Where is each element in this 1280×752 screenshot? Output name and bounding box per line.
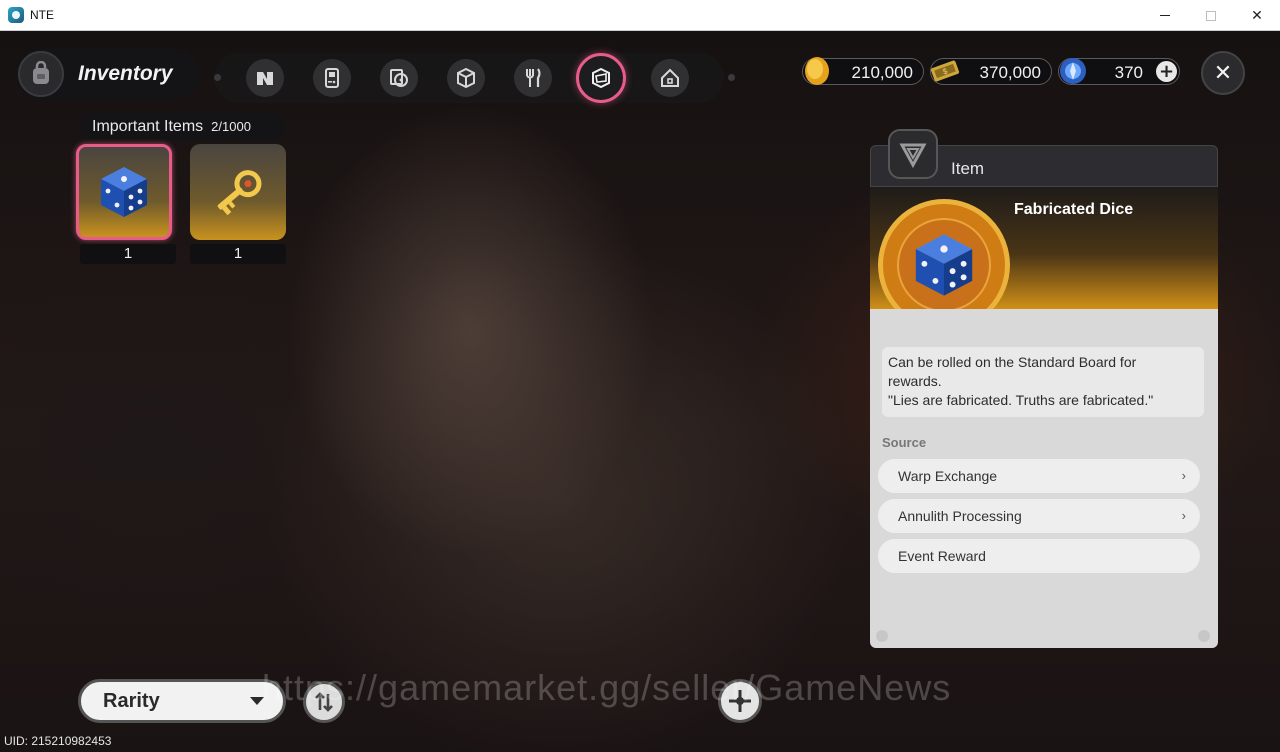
tab-house[interactable] [651, 59, 689, 97]
house-icon [661, 68, 679, 87]
close-inventory-button[interactable]: ✕ [1201, 51, 1245, 95]
tab-food[interactable] [514, 59, 552, 97]
currency-ticket: $ 370,000 [930, 58, 1052, 85]
panel-corner-dot [876, 630, 888, 642]
inventory-header: Inventory [16, 49, 200, 99]
tab-n-logo[interactable] [246, 59, 284, 97]
panel-corner-dot [1198, 630, 1210, 642]
important-items-count: 2/1000 [211, 119, 251, 134]
window-titlebar: NTE ✕ [0, 0, 1280, 31]
tab-disc[interactable] [380, 59, 418, 97]
window-title: NTE [30, 8, 54, 22]
app-icon [8, 7, 24, 23]
source-label-text: Warp Exchange [898, 468, 998, 484]
important-items-title: Important Items [92, 117, 204, 135]
maximize-button[interactable] [1188, 0, 1234, 31]
chevron-right-icon: › [1181, 508, 1186, 523]
item-slot-dice[interactable] [76, 144, 172, 240]
source-warp-exchange[interactable]: Warp Exchange › [878, 459, 1200, 493]
inventory-title: Inventory [78, 62, 173, 85]
window-close-button[interactable]: ✕ [1234, 0, 1280, 31]
important-items-header: Important Items 2/1000 [80, 113, 286, 140]
box-icon [457, 67, 475, 89]
minimize-button[interactable] [1142, 0, 1188, 31]
key-icon [217, 170, 262, 216]
watermark: https://gamemarket.gg/seller/GameNews [262, 667, 952, 708]
n-logo-icon [257, 72, 273, 85]
source-annulith-processing[interactable]: Annulith Processing › [878, 499, 1200, 533]
item-detail-panel: Item Fabricated Dice ×1 [870, 129, 1218, 648]
gameboy-icon [325, 68, 339, 88]
currency-gold: 210,000 [802, 57, 924, 85]
tab-important-items[interactable] [576, 53, 626, 103]
sort-dropdown[interactable]: Rarity [78, 679, 286, 723]
maximize-icon [1206, 10, 1216, 21]
tab-scroll-dot-left [214, 74, 221, 81]
category-tabs [214, 53, 735, 103]
description-line: "Lies are fabricated. Truths are fabrica… [888, 392, 1154, 408]
detail-hero: Fabricated Dice ×1 [870, 187, 1218, 346]
game-viewport: Inventory 210,000 $ 370,000 370 + ✕ Impo… [0, 31, 1280, 752]
user-id: UID: 215210982453 [4, 734, 112, 748]
dice-icon [101, 167, 147, 217]
sort-dropdown-label: Rarity [103, 689, 160, 712]
source-event-reward: Event Reward [878, 539, 1200, 573]
ticket-value: 370,000 [979, 63, 1041, 82]
description-line: rewards. [888, 373, 942, 389]
tab-box[interactable] [447, 59, 485, 97]
category-emblem-icon [899, 143, 927, 169]
item-medal-inner [897, 218, 991, 312]
gold-value: 210,000 [851, 63, 913, 82]
tab-gameboy[interactable] [313, 59, 351, 97]
source-label-text: Event Reward [898, 548, 986, 564]
disc-icon [390, 69, 408, 87]
minimize-icon [1160, 15, 1170, 16]
window-controls: ✕ [1142, 0, 1280, 31]
important-item-icon [592, 67, 610, 89]
item-quantity-key: 1 [190, 244, 286, 264]
detail-item-name: Fabricated Dice [1014, 201, 1134, 218]
chevron-right-icon: › [1181, 468, 1186, 483]
item-category-badge [888, 129, 938, 179]
food-icon [526, 68, 541, 87]
detail-body: Can be rolled on the Standard Board for … [870, 309, 1218, 648]
backpack-icon [18, 51, 64, 97]
item-quantity-dice: 1 [80, 244, 176, 264]
currency-crystal: 370 + [1058, 58, 1180, 85]
crystal-value: 370 [1114, 63, 1143, 82]
source-label: Source [882, 435, 927, 450]
source-label-text: Annulith Processing [898, 508, 1022, 524]
dice-large-icon [915, 234, 973, 296]
add-crystal-button[interactable]: + [1156, 61, 1177, 82]
item-slot-key[interactable] [190, 144, 286, 240]
tab-scroll-dot-right [728, 74, 735, 81]
crystal-icon [1060, 58, 1086, 84]
item-description: Can be rolled on the Standard Board for … [882, 347, 1204, 417]
gold-coin-icon [805, 57, 829, 85]
description-line: Can be rolled on the Standard Board for [888, 354, 1137, 370]
ticket-icon: $ [930, 60, 960, 82]
detail-header-title: Item [951, 159, 985, 178]
